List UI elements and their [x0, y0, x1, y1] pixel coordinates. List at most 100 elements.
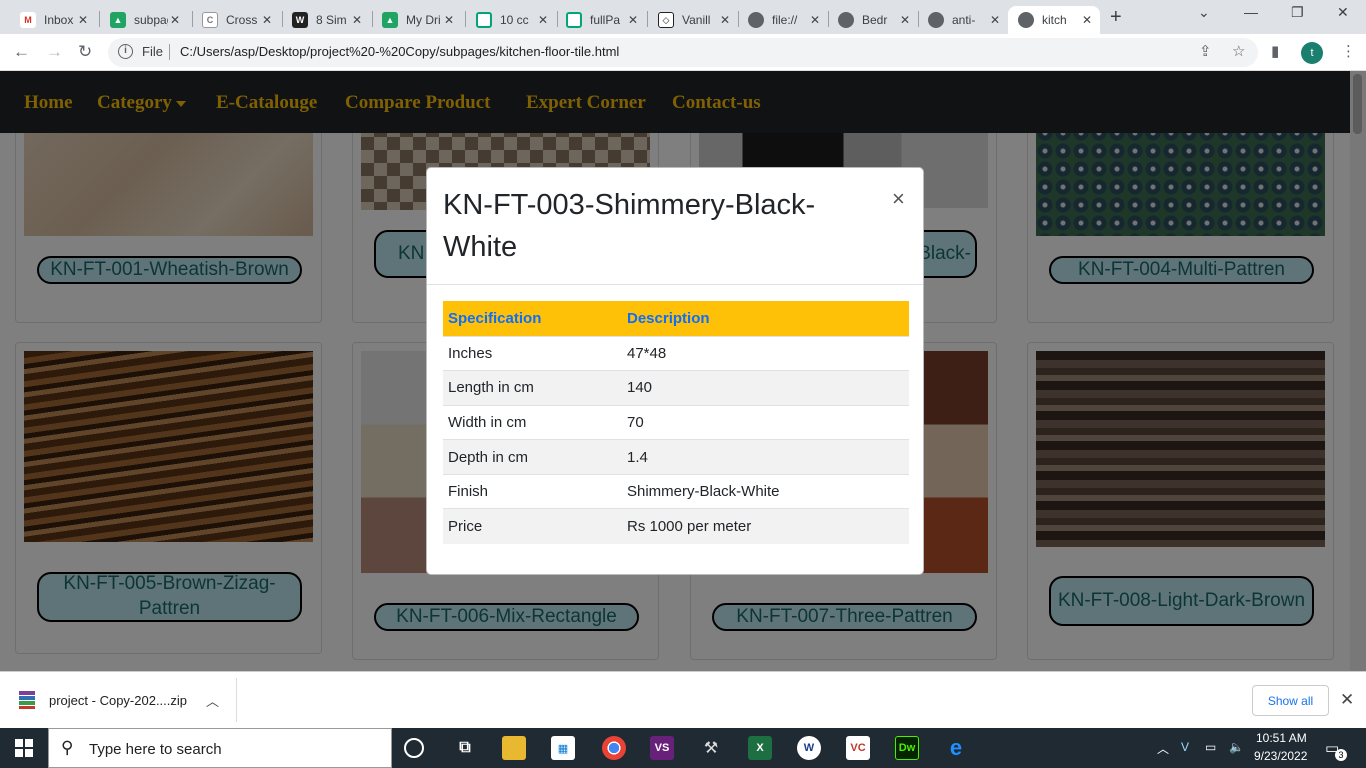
table-row: Width in cm 70 [443, 404, 909, 440]
excel-icon[interactable]: X [748, 736, 772, 760]
spec-value: Shimmery-Black-White [622, 473, 909, 509]
network-icon[interactable]: ▭ [1205, 740, 1216, 754]
spec-value: 47*48 [622, 335, 909, 371]
spec-value: 1.4 [622, 439, 909, 475]
reload-icon[interactable]: ↻ [78, 42, 92, 62]
close-icon[interactable]: ✕ [352, 13, 362, 27]
menu-icon[interactable]: ⋮ [1341, 42, 1356, 60]
table-row: Inches 47*48 [443, 335, 909, 371]
close-icon[interactable]: ✕ [628, 13, 638, 27]
search-placeholder: Type here to search [89, 741, 222, 758]
browser-tab[interactable]: file:// ✕ [738, 6, 828, 34]
back-icon[interactable]: ← [13, 42, 30, 62]
vs-tray-icon[interactable]: V [1181, 740, 1189, 754]
w-logo-icon: W [292, 12, 308, 28]
file-explorer-icon[interactable] [502, 736, 526, 760]
drive-icon: ▲ [382, 12, 398, 28]
close-icon[interactable]: ✕ [1340, 690, 1354, 710]
browser-tab-strip: M Inbox ✕ ▲ subpages ✕ C Cross ✕ W 8 Sim… [0, 0, 1366, 34]
close-icon[interactable]: ✕ [444, 13, 454, 27]
close-icon[interactable]: ✕ [78, 13, 88, 27]
browser-tab[interactable]: anti- ✕ [918, 6, 1008, 34]
search-icon: ⚲ [61, 738, 74, 757]
windows-start-icon[interactable] [0, 728, 48, 768]
browser-tab[interactable]: C Cross ✕ [192, 6, 280, 34]
browser-tab-active[interactable]: kitch ✕ [1008, 6, 1100, 34]
browser-tab[interactable]: ▲ My Drive ✕ [372, 6, 462, 34]
spec-value: 140 [622, 370, 909, 406]
spec-value: Rs 1000 per meter [622, 508, 909, 544]
new-tab-icon[interactable]: + [1110, 6, 1122, 29]
column-header: Specification [443, 301, 622, 336]
tab-title: Bedr [862, 13, 888, 27]
edge-icon[interactable]: e [944, 735, 968, 760]
wps-icon[interactable]: W [797, 736, 821, 760]
close-icon[interactable]: ✕ [538, 13, 548, 27]
chevron-up-icon[interactable]: ︿ [206, 691, 219, 710]
globe-icon [928, 12, 944, 28]
spec-label: Price [443, 508, 622, 544]
globe-icon [748, 12, 764, 28]
chrome-icon[interactable] [602, 736, 626, 760]
close-icon[interactable]: ✕ [1082, 13, 1092, 27]
url-text[interactable]: C:/Users/asp/Desktop/project%20-%20Copy/… [180, 44, 619, 59]
tab-search-icon[interactable]: ⌄ [1198, 4, 1210, 21]
close-icon[interactable]: ✕ [262, 13, 272, 27]
tab-title: Vanill [682, 13, 711, 27]
table-row: Finish Shimmery-Black-White [443, 473, 909, 509]
grid-icon [476, 12, 492, 28]
taskbar-search[interactable]: ⚲ Type here to search [48, 728, 392, 768]
product-detail-modal: KN-FT-003-Shimmery-Black-White × Specifi… [426, 167, 924, 575]
browser-tab[interactable]: Bedr ✕ [828, 6, 918, 34]
share-icon[interactable]: ⇪ [1199, 42, 1212, 60]
tab-title: subpages [134, 13, 168, 27]
close-icon[interactable]: ✕ [720, 13, 730, 27]
close-icon[interactable]: ✕ [170, 13, 180, 27]
tab-title: fullPa [590, 13, 621, 27]
avatar[interactable]: t [1301, 42, 1323, 64]
browser-tab[interactable]: M Inbox ✕ [10, 6, 96, 34]
vc-icon[interactable]: VC [846, 736, 870, 760]
window-close-icon[interactable]: ✕ [1337, 4, 1349, 21]
browser-tab[interactable]: 10 cc ✕ [466, 6, 556, 34]
close-icon[interactable]: ✕ [990, 13, 1000, 27]
close-icon[interactable]: ✕ [900, 13, 910, 27]
bookmark-star-icon[interactable]: ☆ [1232, 42, 1245, 60]
browser-tab[interactable]: ◇ Vanill ✕ [648, 6, 738, 34]
tab-title: anti- [952, 13, 976, 27]
browser-tab[interactable]: fullPa ✕ [556, 6, 646, 34]
minimize-icon[interactable]: — [1244, 4, 1258, 20]
info-icon[interactable]: i [118, 44, 133, 59]
tab-title: file:// [772, 13, 798, 27]
dreamweaver-icon[interactable]: Dw [895, 736, 919, 760]
omnibox[interactable]: i File C:/Users/asp/Desktop/project%20-%… [108, 38, 1258, 67]
address-toolbar: ← → ↻ i File C:/Users/asp/Desktop/projec… [0, 34, 1366, 71]
browser-tab[interactable]: ▲ subpages ✕ [100, 6, 188, 34]
globe-icon [1018, 12, 1034, 28]
clock-date[interactable]: 9/23/2022 [1254, 749, 1307, 763]
globe-icon [838, 12, 854, 28]
browser-tab[interactable]: W 8 Sim ✕ [282, 6, 370, 34]
clock-time[interactable]: 10:51 AM [1256, 731, 1307, 745]
grid-icon [566, 12, 582, 28]
restore-icon[interactable]: ❐ [1291, 4, 1304, 21]
store-icon[interactable]: ▦ [551, 736, 575, 760]
side-panel-icon[interactable]: ▮ [1271, 42, 1279, 60]
chevron-up-icon[interactable]: ︿ [1157, 740, 1169, 757]
task-view-icon[interactable]: ⧉ [453, 736, 477, 760]
close-icon[interactable]: ✕ [810, 13, 820, 27]
gmail-icon: M [20, 12, 36, 28]
spec-value: 70 [622, 404, 909, 440]
cortana-icon[interactable] [404, 738, 424, 758]
table-header-row: Specification Description [443, 301, 909, 336]
table-row: Depth in cm 1.4 [443, 439, 909, 475]
tools-icon[interactable]: ⚒ [699, 736, 723, 760]
visual-studio-icon[interactable]: VS [650, 736, 674, 760]
volume-icon[interactable]: 🔈 [1229, 740, 1244, 754]
show-all-button[interactable]: Show all [1252, 685, 1329, 716]
spec-label: Length in cm [443, 370, 622, 406]
close-icon[interactable]: × [892, 186, 905, 212]
download-file-name[interactable]: project - Copy-202....zip [49, 693, 187, 708]
zip-file-icon [18, 690, 36, 710]
forward-icon[interactable]: → [46, 42, 63, 62]
